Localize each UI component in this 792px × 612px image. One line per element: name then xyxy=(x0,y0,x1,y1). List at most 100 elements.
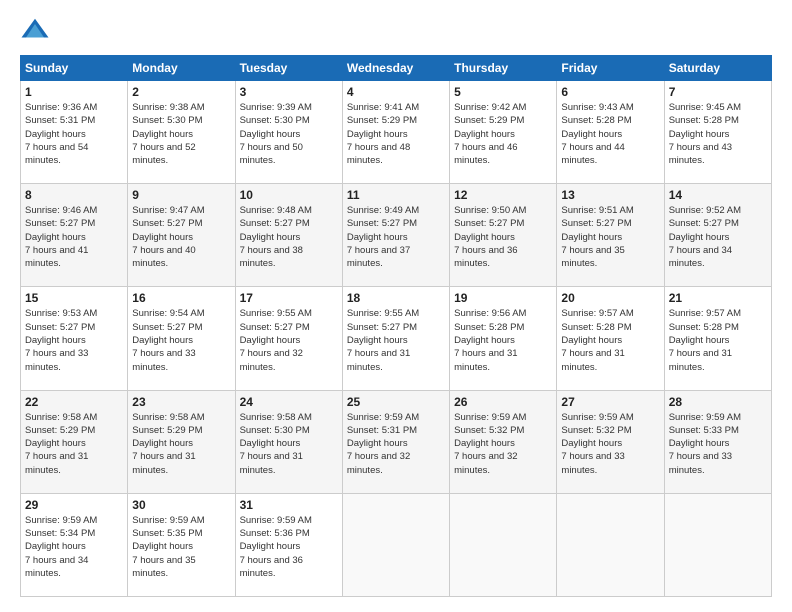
week-row-5: 29 Sunrise: 9:59 AM Sunset: 5:34 PM Dayl… xyxy=(21,493,772,596)
day-info: Sunrise: 9:59 AM Sunset: 5:32 PM Dayligh… xyxy=(561,411,659,477)
day-number: 28 xyxy=(669,395,767,409)
calendar-cell: 19 Sunrise: 9:56 AM Sunset: 5:28 PM Dayl… xyxy=(450,287,557,390)
day-info: Sunrise: 9:45 AM Sunset: 5:28 PM Dayligh… xyxy=(669,101,767,167)
calendar-cell: 4 Sunrise: 9:41 AM Sunset: 5:29 PM Dayli… xyxy=(342,81,449,184)
day-info: Sunrise: 9:55 AM Sunset: 5:27 PM Dayligh… xyxy=(240,307,338,373)
day-number: 14 xyxy=(669,188,767,202)
day-number: 13 xyxy=(561,188,659,202)
calendar-cell: 22 Sunrise: 9:58 AM Sunset: 5:29 PM Dayl… xyxy=(21,390,128,493)
day-number: 29 xyxy=(25,498,123,512)
calendar-cell: 2 Sunrise: 9:38 AM Sunset: 5:30 PM Dayli… xyxy=(128,81,235,184)
day-info: Sunrise: 9:39 AM Sunset: 5:30 PM Dayligh… xyxy=(240,101,338,167)
calendar-cell: 21 Sunrise: 9:57 AM Sunset: 5:28 PM Dayl… xyxy=(664,287,771,390)
day-info: Sunrise: 9:58 AM Sunset: 5:29 PM Dayligh… xyxy=(132,411,230,477)
weekday-header-saturday: Saturday xyxy=(664,56,771,81)
calendar-cell: 11 Sunrise: 9:49 AM Sunset: 5:27 PM Dayl… xyxy=(342,184,449,287)
calendar-cell: 1 Sunrise: 9:36 AM Sunset: 5:31 PM Dayli… xyxy=(21,81,128,184)
day-info: Sunrise: 9:50 AM Sunset: 5:27 PM Dayligh… xyxy=(454,204,552,270)
day-number: 12 xyxy=(454,188,552,202)
calendar-cell: 7 Sunrise: 9:45 AM Sunset: 5:28 PM Dayli… xyxy=(664,81,771,184)
week-row-4: 22 Sunrise: 9:58 AM Sunset: 5:29 PM Dayl… xyxy=(21,390,772,493)
calendar-cell: 29 Sunrise: 9:59 AM Sunset: 5:34 PM Dayl… xyxy=(21,493,128,596)
day-number: 27 xyxy=(561,395,659,409)
calendar-cell: 17 Sunrise: 9:55 AM Sunset: 5:27 PM Dayl… xyxy=(235,287,342,390)
weekday-header-sunday: Sunday xyxy=(21,56,128,81)
header xyxy=(20,15,772,45)
day-number: 9 xyxy=(132,188,230,202)
weekday-header-row: SundayMondayTuesdayWednesdayThursdayFrid… xyxy=(21,56,772,81)
day-number: 15 xyxy=(25,291,123,305)
day-info: Sunrise: 9:57 AM Sunset: 5:28 PM Dayligh… xyxy=(561,307,659,373)
calendar-cell: 15 Sunrise: 9:53 AM Sunset: 5:27 PM Dayl… xyxy=(21,287,128,390)
day-number: 26 xyxy=(454,395,552,409)
logo-icon xyxy=(20,15,50,45)
weekday-header-monday: Monday xyxy=(128,56,235,81)
day-info: Sunrise: 9:43 AM Sunset: 5:28 PM Dayligh… xyxy=(561,101,659,167)
calendar-cell: 10 Sunrise: 9:48 AM Sunset: 5:27 PM Dayl… xyxy=(235,184,342,287)
calendar-cell: 14 Sunrise: 9:52 AM Sunset: 5:27 PM Dayl… xyxy=(664,184,771,287)
day-info: Sunrise: 9:58 AM Sunset: 5:30 PM Dayligh… xyxy=(240,411,338,477)
week-row-3: 15 Sunrise: 9:53 AM Sunset: 5:27 PM Dayl… xyxy=(21,287,772,390)
day-info: Sunrise: 9:59 AM Sunset: 5:36 PM Dayligh… xyxy=(240,514,338,580)
calendar-cell: 5 Sunrise: 9:42 AM Sunset: 5:29 PM Dayli… xyxy=(450,81,557,184)
calendar-cell: 28 Sunrise: 9:59 AM Sunset: 5:33 PM Dayl… xyxy=(664,390,771,493)
calendar-cell xyxy=(557,493,664,596)
day-number: 3 xyxy=(240,85,338,99)
calendar-cell: 31 Sunrise: 9:59 AM Sunset: 5:36 PM Dayl… xyxy=(235,493,342,596)
day-info: Sunrise: 9:41 AM Sunset: 5:29 PM Dayligh… xyxy=(347,101,445,167)
calendar-cell: 16 Sunrise: 9:54 AM Sunset: 5:27 PM Dayl… xyxy=(128,287,235,390)
day-info: Sunrise: 9:46 AM Sunset: 5:27 PM Dayligh… xyxy=(25,204,123,270)
day-number: 18 xyxy=(347,291,445,305)
day-number: 10 xyxy=(240,188,338,202)
day-info: Sunrise: 9:59 AM Sunset: 5:33 PM Dayligh… xyxy=(669,411,767,477)
day-info: Sunrise: 9:38 AM Sunset: 5:30 PM Dayligh… xyxy=(132,101,230,167)
weekday-header-friday: Friday xyxy=(557,56,664,81)
day-info: Sunrise: 9:54 AM Sunset: 5:27 PM Dayligh… xyxy=(132,307,230,373)
weekday-header-wednesday: Wednesday xyxy=(342,56,449,81)
calendar-cell xyxy=(664,493,771,596)
day-info: Sunrise: 9:59 AM Sunset: 5:31 PM Dayligh… xyxy=(347,411,445,477)
day-info: Sunrise: 9:53 AM Sunset: 5:27 PM Dayligh… xyxy=(25,307,123,373)
day-number: 22 xyxy=(25,395,123,409)
calendar-cell: 27 Sunrise: 9:59 AM Sunset: 5:32 PM Dayl… xyxy=(557,390,664,493)
day-number: 24 xyxy=(240,395,338,409)
calendar-cell: 9 Sunrise: 9:47 AM Sunset: 5:27 PM Dayli… xyxy=(128,184,235,287)
day-info: Sunrise: 9:47 AM Sunset: 5:27 PM Dayligh… xyxy=(132,204,230,270)
calendar-table: SundayMondayTuesdayWednesdayThursdayFrid… xyxy=(20,55,772,597)
day-info: Sunrise: 9:52 AM Sunset: 5:27 PM Dayligh… xyxy=(669,204,767,270)
calendar-cell: 12 Sunrise: 9:50 AM Sunset: 5:27 PM Dayl… xyxy=(450,184,557,287)
week-row-1: 1 Sunrise: 9:36 AM Sunset: 5:31 PM Dayli… xyxy=(21,81,772,184)
page: SundayMondayTuesdayWednesdayThursdayFrid… xyxy=(0,0,792,612)
day-number: 2 xyxy=(132,85,230,99)
calendar-cell: 3 Sunrise: 9:39 AM Sunset: 5:30 PM Dayli… xyxy=(235,81,342,184)
day-number: 31 xyxy=(240,498,338,512)
calendar-cell: 6 Sunrise: 9:43 AM Sunset: 5:28 PM Dayli… xyxy=(557,81,664,184)
weekday-header-thursday: Thursday xyxy=(450,56,557,81)
day-info: Sunrise: 9:49 AM Sunset: 5:27 PM Dayligh… xyxy=(347,204,445,270)
day-number: 17 xyxy=(240,291,338,305)
day-number: 23 xyxy=(132,395,230,409)
calendar-cell: 13 Sunrise: 9:51 AM Sunset: 5:27 PM Dayl… xyxy=(557,184,664,287)
day-info: Sunrise: 9:57 AM Sunset: 5:28 PM Dayligh… xyxy=(669,307,767,373)
day-number: 1 xyxy=(25,85,123,99)
day-info: Sunrise: 9:59 AM Sunset: 5:35 PM Dayligh… xyxy=(132,514,230,580)
day-number: 6 xyxy=(561,85,659,99)
calendar-cell: 25 Sunrise: 9:59 AM Sunset: 5:31 PM Dayl… xyxy=(342,390,449,493)
day-info: Sunrise: 9:42 AM Sunset: 5:29 PM Dayligh… xyxy=(454,101,552,167)
day-number: 11 xyxy=(347,188,445,202)
day-number: 30 xyxy=(132,498,230,512)
day-info: Sunrise: 9:58 AM Sunset: 5:29 PM Dayligh… xyxy=(25,411,123,477)
weekday-header-tuesday: Tuesday xyxy=(235,56,342,81)
calendar-cell xyxy=(450,493,557,596)
day-number: 16 xyxy=(132,291,230,305)
day-number: 7 xyxy=(669,85,767,99)
day-info: Sunrise: 9:36 AM Sunset: 5:31 PM Dayligh… xyxy=(25,101,123,167)
day-number: 8 xyxy=(25,188,123,202)
day-number: 21 xyxy=(669,291,767,305)
calendar-cell: 30 Sunrise: 9:59 AM Sunset: 5:35 PM Dayl… xyxy=(128,493,235,596)
calendar-cell: 24 Sunrise: 9:58 AM Sunset: 5:30 PM Dayl… xyxy=(235,390,342,493)
week-row-2: 8 Sunrise: 9:46 AM Sunset: 5:27 PM Dayli… xyxy=(21,184,772,287)
day-number: 25 xyxy=(347,395,445,409)
calendar-cell xyxy=(342,493,449,596)
logo xyxy=(20,15,56,45)
